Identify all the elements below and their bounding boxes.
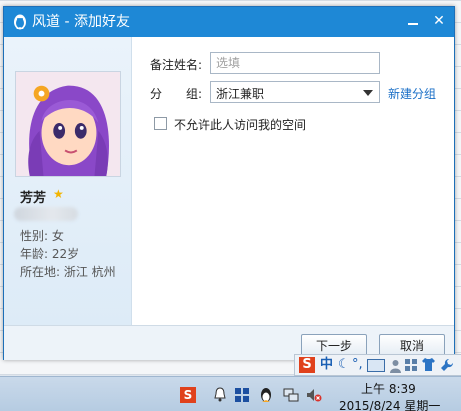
profile-panel: 芳芳 ★ 性别: 女 年龄: 22岁 所在地: 浙江 杭州	[4, 37, 132, 325]
privacy-checkbox-label[interactable]: 不允许此人访问我的空间	[174, 116, 306, 133]
group-select-value: 浙江兼职	[216, 87, 265, 101]
blurred-account-id	[14, 207, 78, 221]
close-button[interactable]: ✕	[428, 11, 450, 31]
grid-icon[interactable]	[405, 359, 417, 371]
remark-label: 备注姓名:	[150, 58, 203, 72]
gender-info: 性别: 女	[20, 229, 64, 243]
group-label-part-a: 分	[150, 87, 163, 101]
new-group-link[interactable]: 新建分组	[388, 85, 436, 102]
star-icon: ★	[53, 187, 64, 201]
user-icon[interactable]	[390, 359, 401, 373]
taskbar: S 上午 8:39 2015/8/24 星期一	[0, 376, 461, 411]
nickname: 芳芳	[20, 191, 47, 206]
app-grid-icon[interactable]	[234, 387, 250, 403]
add-friend-dialog: 风道 - 添加好友 ✕ 芳芳 ★ 性别: 女 年龄: 22岁 所在地: 浙江 杭…	[3, 6, 455, 360]
window-title: 风道 - 添加好友	[32, 14, 130, 30]
remark-input[interactable]	[210, 52, 380, 74]
sogou-logo-icon[interactable]: S	[299, 357, 315, 373]
age-info: 年龄: 22岁	[20, 247, 80, 261]
moon-icon[interactable]: ☾	[338, 357, 350, 373]
title-bar[interactable]: 风道 - 添加好友 ✕	[4, 7, 454, 37]
ime-mode-toggle[interactable]: 中	[320, 357, 333, 373]
minimize-icon	[408, 23, 418, 25]
clock-time[interactable]: 上午 8:39	[361, 380, 416, 397]
group-label-part-b: 组:	[186, 87, 203, 101]
location-info: 所在地: 浙江 杭州	[20, 265, 116, 279]
close-icon: ✕	[433, 13, 445, 29]
penguin-icon	[14, 14, 26, 30]
keyboard-icon[interactable]	[367, 359, 385, 372]
sogou-tray-icon[interactable]: S	[180, 387, 196, 403]
avatar	[15, 71, 121, 177]
network-icon[interactable]	[283, 387, 299, 403]
chevron-down-icon	[363, 90, 373, 96]
clock-date[interactable]: 2015/8/24 星期一	[339, 397, 440, 411]
skin-shirt-icon[interactable]	[422, 358, 435, 371]
wrench-icon[interactable]	[440, 358, 454, 372]
group-select[interactable]: 浙江兼职	[210, 81, 380, 103]
qq-penguin-icon[interactable]	[258, 387, 274, 403]
notification-bell-icon[interactable]	[212, 387, 228, 403]
ime-toolbar: S 中 ☾ °,	[294, 354, 461, 376]
punctuation-toggle[interactable]: °,	[352, 357, 363, 373]
group-label: 分 组:	[150, 85, 202, 102]
privacy-checkbox[interactable]	[154, 117, 167, 130]
volume-muted-icon[interactable]	[306, 387, 322, 403]
minimize-button[interactable]	[402, 11, 424, 31]
